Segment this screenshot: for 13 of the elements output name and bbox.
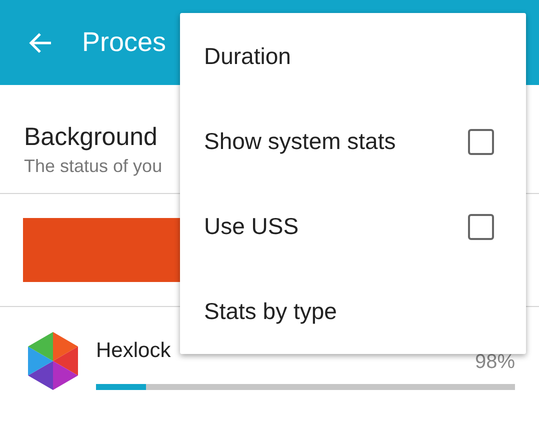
app-name: Hexlock: [96, 339, 171, 363]
screen-title: Proces: [82, 27, 166, 58]
checkbox[interactable]: [468, 214, 494, 240]
menu-item[interactable]: Duration: [180, 14, 526, 99]
app-icon: [25, 331, 81, 391]
section-title: Background: [24, 123, 158, 152]
section-subtitle: The status of you: [24, 156, 162, 177]
back-icon[interactable]: [28, 32, 52, 54]
menu-item[interactable]: Stats by type: [180, 269, 526, 354]
app-percent: 98%: [474, 351, 515, 373]
menu-item[interactable]: Show system stats: [180, 99, 526, 184]
checkbox[interactable]: [468, 128, 494, 154]
menu-item[interactable]: Use USS: [180, 184, 526, 269]
